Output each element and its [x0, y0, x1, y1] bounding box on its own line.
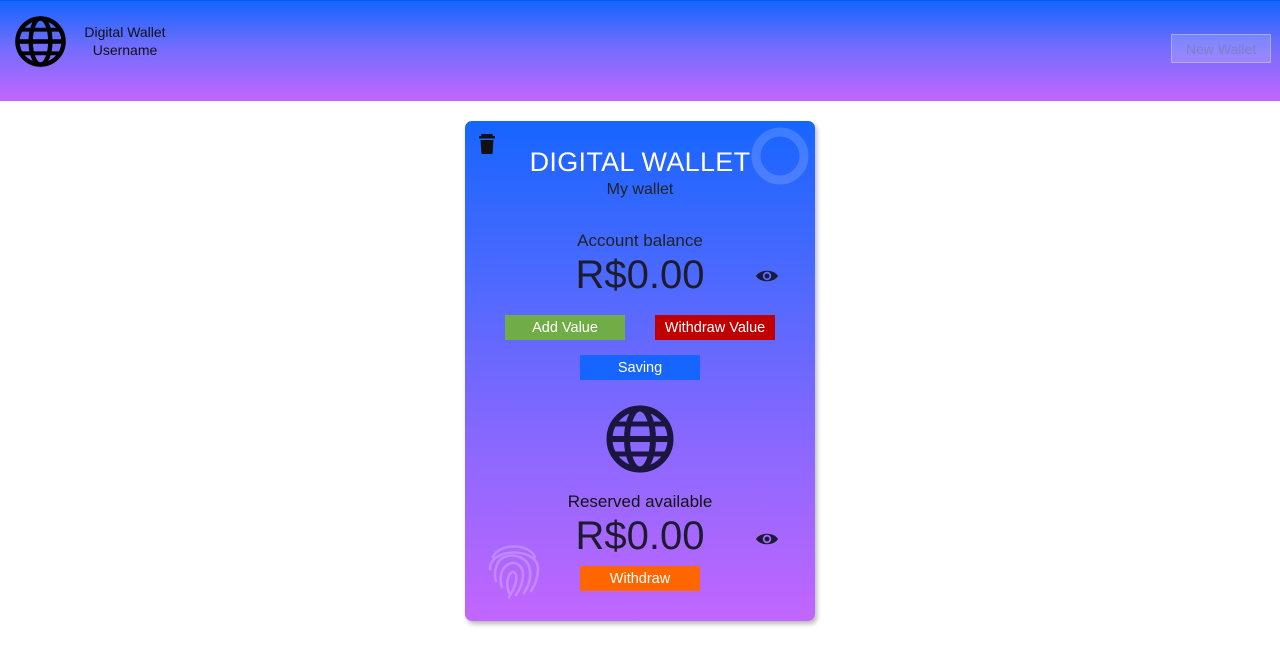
- globe-icon: [606, 405, 674, 473]
- brand-block: Digital Wallet Username: [78, 23, 172, 59]
- app-header: Digital Wallet Username New Wallet: [0, 0, 1280, 101]
- wallet-title: DIGITAL WALLET: [529, 147, 751, 177]
- new-wallet-button[interactable]: New Wallet: [1171, 34, 1271, 63]
- eye-icon[interactable]: [755, 531, 779, 547]
- reserved-label: Reserved available: [567, 492, 713, 511]
- eye-icon[interactable]: [755, 268, 779, 284]
- wallet-card: DIGITAL WALLET My wallet Account balance…: [465, 121, 815, 621]
- balance-label: Account balance: [577, 231, 703, 250]
- withdraw-button[interactable]: Withdraw: [580, 566, 700, 591]
- username: Username: [92, 42, 158, 58]
- globe-icon: [15, 16, 66, 67]
- app-name: Digital Wallet: [84, 24, 166, 40]
- add-value-button[interactable]: Add Value: [505, 315, 625, 340]
- fingerprint-icon: [488, 545, 540, 599]
- withdraw-value-button[interactable]: Withdraw Value: [655, 315, 775, 340]
- wallet-subtitle: My wallet: [606, 181, 674, 198]
- saving-button[interactable]: Saving: [580, 355, 700, 380]
